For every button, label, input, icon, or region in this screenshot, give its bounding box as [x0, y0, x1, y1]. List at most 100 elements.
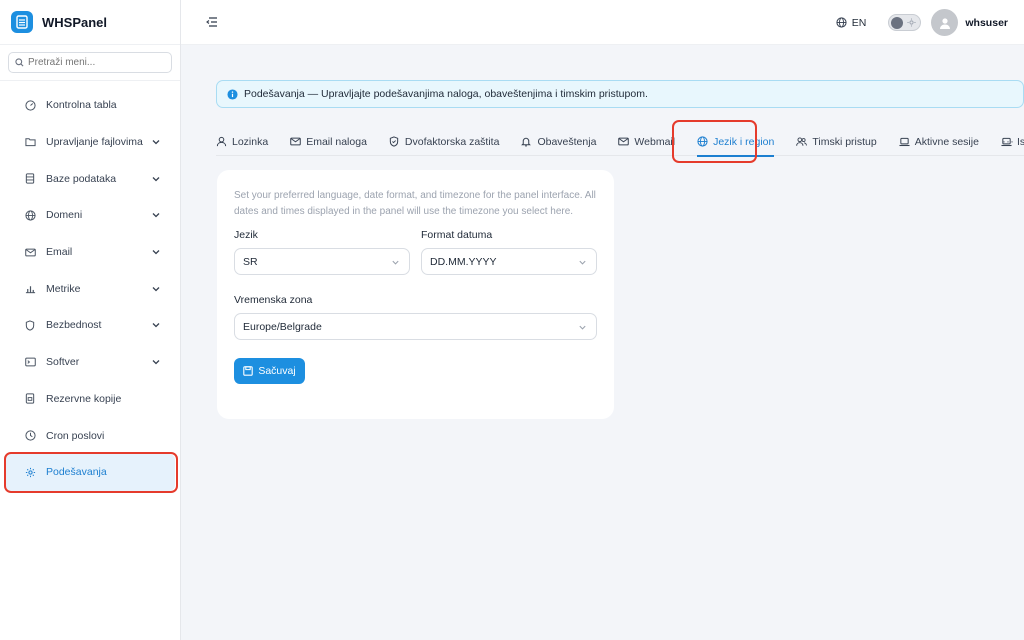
user-icon	[216, 136, 227, 147]
archive-icon	[24, 393, 36, 405]
sidebar-item-label: Bezbednost	[46, 319, 102, 332]
bell-icon	[521, 136, 532, 147]
user-avatar-icon	[939, 17, 950, 29]
save-button[interactable]: Sačuvaj	[234, 358, 305, 384]
sidebar-item-cron[interactable]: Cron poslovi	[0, 417, 181, 454]
language-value: SR	[243, 255, 258, 268]
users-icon	[796, 136, 808, 147]
sidebar-item-label: Rezervne kopije	[46, 392, 122, 405]
settings-tabs: Lozinka Email naloga Dvofaktorska zaštit…	[216, 128, 1024, 157]
sidebar-item-label: Upravljanje fajlovima	[46, 136, 143, 149]
tab-label: Timski pristup	[812, 135, 877, 148]
menu-search	[0, 45, 180, 81]
sidebar-item-label: Cron poslovi	[46, 429, 105, 442]
tab-language-region[interactable]: Jezik i region	[697, 128, 775, 157]
chart-icon	[24, 283, 36, 295]
date-format-select[interactable]: DD.MM.YYYY	[421, 248, 597, 275]
timezone-select[interactable]: Europe/Belgrade	[234, 313, 597, 340]
server-logo-icon	[11, 11, 33, 33]
sidebar-item-security[interactable]: Bezbednost	[0, 307, 181, 344]
brand[interactable]: WHSPanel	[0, 0, 180, 45]
sidebar-item-domains[interactable]: Domeni	[0, 197, 181, 234]
tab-label: Dvofaktorska zaštita	[404, 135, 500, 148]
tab-team-access[interactable]: Timski pristup	[796, 128, 877, 156]
gear-icon	[24, 466, 36, 478]
chevron-down-icon	[152, 176, 160, 182]
mail-icon	[290, 136, 301, 147]
tab-label: Lozinka	[232, 135, 269, 148]
tab-active-sessions[interactable]: Aktivne sesije	[899, 128, 979, 156]
more-tabs-icon[interactable]: ···	[1002, 134, 1014, 148]
tab-two-factor[interactable]: Dvofaktorska zaštita	[389, 128, 500, 156]
sidebar-item-dashboard[interactable]: Kontrolna tabla	[0, 87, 181, 124]
laptop-icon	[899, 136, 910, 147]
globe-icon	[697, 136, 708, 147]
date-format-label: Format datuma	[421, 229, 493, 241]
tab-webmail[interactable]: Webmail	[618, 128, 675, 156]
topbar-actions: EN whsuser	[836, 0, 1008, 45]
sidebar-item-label: Metrike	[46, 282, 81, 295]
folder-icon	[24, 136, 36, 148]
save-icon	[243, 366, 254, 376]
sidebar-item-backups[interactable]: Rezervne kopije	[0, 381, 181, 418]
sidebar: WHSPanel Kontrolna tabla Upravljanje faj…	[0, 0, 181, 640]
info-icon	[227, 88, 238, 100]
sidebar-menu: Kontrolna tabla Upravljanje fajlovima Ba…	[0, 87, 181, 491]
chevron-down-icon	[579, 325, 586, 330]
date-format-value: DD.MM.YYYY	[430, 255, 497, 268]
chevron-down-icon	[152, 286, 160, 292]
menu-search-input[interactable]	[28, 57, 168, 68]
mail-icon	[24, 246, 36, 258]
tab-label: Email naloga	[306, 135, 367, 148]
terminal-icon	[24, 356, 36, 368]
toggle-knob	[891, 16, 904, 29]
tab-label: Jezik i region	[713, 135, 775, 148]
chevron-down-icon	[392, 260, 399, 265]
globe-icon	[836, 17, 847, 28]
sun-icon	[907, 18, 916, 27]
username[interactable]: whsuser	[965, 17, 1008, 29]
clock-icon	[24, 430, 36, 442]
database-icon	[24, 173, 36, 185]
language-select[interactable]: SR	[234, 248, 410, 275]
chevron-down-icon	[579, 260, 586, 265]
tab-label: Webmail	[634, 135, 676, 148]
menu-search-box[interactable]	[8, 52, 172, 73]
sidebar-item-software[interactable]: Softver	[0, 344, 181, 381]
language-region-card: Set your preferred language, date format…	[217, 170, 614, 419]
chevron-down-icon	[152, 250, 160, 255]
chevron-down-icon	[152, 360, 160, 365]
timezone-label: Vremenska zona	[234, 294, 313, 306]
tab-password[interactable]: Lozinka	[216, 128, 268, 156]
dashboard-icon	[24, 99, 36, 111]
sidebar-item-databases[interactable]: Baze podataka	[0, 160, 181, 197]
avatar[interactable]	[931, 9, 959, 36]
sidebar-item-metrics[interactable]: Metrike	[0, 270, 181, 307]
topbar: EN whsuser	[181, 0, 1024, 45]
sidebar-item-email[interactable]: Email	[0, 234, 181, 271]
sidebar-item-label: Baze podataka	[46, 172, 117, 185]
collapse-sidebar-icon[interactable]	[205, 15, 219, 29]
chevron-down-icon	[152, 140, 160, 145]
language-code: EN	[851, 16, 867, 29]
shield-icon	[24, 319, 36, 331]
brand-name: WHSPanel	[42, 14, 108, 30]
tab-label: Is	[1016, 135, 1024, 148]
tab-account-email[interactable]: Email naloga	[290, 128, 367, 156]
language-switcher[interactable]: EN	[836, 16, 867, 29]
sidebar-item-label: Email	[46, 246, 73, 259]
sidebar-item-settings[interactable]: Podešavanja	[6, 453, 175, 491]
card-description: Set your preferred language, date format…	[234, 190, 596, 217]
shield-check-icon	[389, 136, 400, 147]
search-icon	[15, 58, 24, 67]
sidebar-item-label: Podešavanja	[46, 466, 107, 479]
tab-label: Obaveštenja	[537, 135, 597, 148]
timezone-value: Europe/Belgrade	[243, 320, 322, 333]
theme-toggle[interactable]	[888, 14, 922, 31]
mail-icon	[618, 136, 630, 147]
tab-notifications[interactable]: Obaveštenja	[521, 128, 596, 156]
chevron-down-icon	[152, 213, 160, 218]
sidebar-item-label: Domeni	[46, 209, 83, 222]
sidebar-item-files[interactable]: Upravljanje fajlovima	[0, 124, 181, 161]
save-button-label: Sačuvaj	[258, 365, 296, 377]
